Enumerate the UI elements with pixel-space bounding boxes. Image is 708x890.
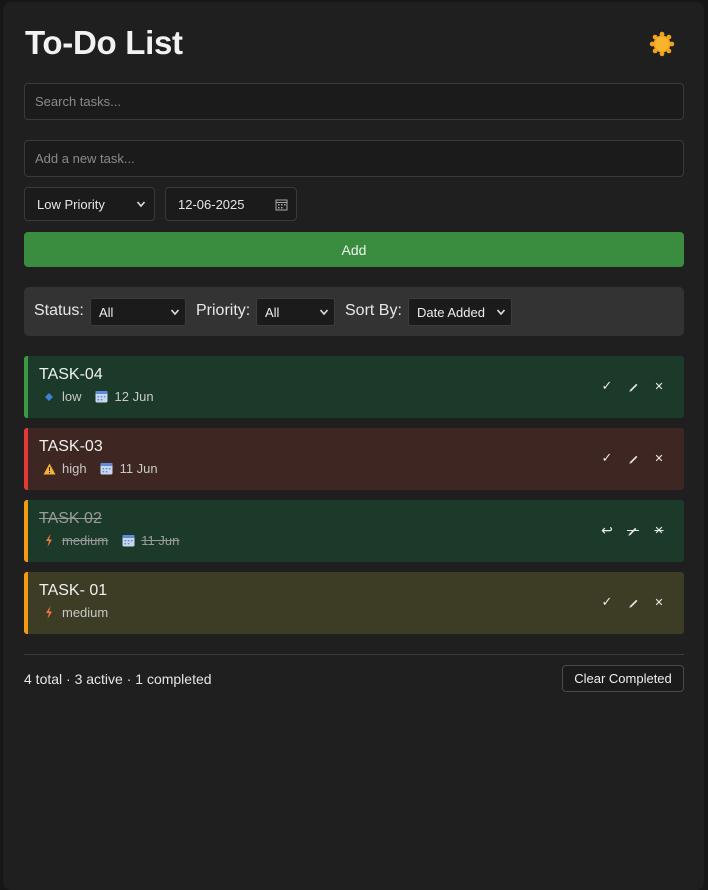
complete-button[interactable]: ✓ bbox=[594, 377, 620, 395]
priority-filter-select[interactable]: All bbox=[256, 298, 335, 326]
task-priority: medium bbox=[62, 605, 109, 620]
warning-icon bbox=[42, 462, 56, 476]
checkmark-icon: ✓ bbox=[601, 378, 613, 393]
undo-button[interactable]: ↩ bbox=[594, 521, 620, 539]
task-name: TASK-03 bbox=[39, 438, 103, 455]
complete-button[interactable]: ✓ bbox=[594, 449, 620, 467]
lightning-icon bbox=[42, 534, 56, 548]
task-actions: ↩ ✕ bbox=[594, 521, 672, 539]
task-priority: low bbox=[62, 389, 82, 404]
close-icon: ✕ bbox=[654, 380, 664, 393]
task-name: TASK- 01 bbox=[39, 582, 108, 599]
task-actions: ✓ ✕ bbox=[594, 449, 672, 467]
task-due-date: 11 Jun bbox=[141, 533, 180, 548]
task-item: TASK-03 high 11 Jun ✓ ✕ bbox=[24, 428, 684, 490]
calendar-icon bbox=[100, 462, 114, 476]
task-priority: medium bbox=[62, 533, 109, 548]
pencil-icon bbox=[627, 527, 639, 536]
task-due-date: 11 Jun bbox=[119, 461, 158, 476]
task-meta: medium 11 Jun bbox=[39, 533, 179, 548]
task-item: TASK 02 medium 11 Jun ↩ ✕ bbox=[24, 500, 684, 562]
edit-button[interactable] bbox=[620, 449, 646, 467]
edit-button[interactable] bbox=[620, 593, 646, 611]
edit-button[interactable] bbox=[620, 377, 646, 395]
task-actions: ✓ ✕ bbox=[594, 377, 672, 395]
task-actions: ✓ ✕ bbox=[594, 593, 672, 611]
pencil-icon bbox=[628, 455, 637, 464]
close-icon: ✕ bbox=[654, 524, 664, 537]
priority-select[interactable]: Low Priority bbox=[24, 187, 155, 221]
status-filter-label: Status: bbox=[34, 302, 84, 319]
chevron-down-icon bbox=[496, 309, 506, 316]
sort-label: Sort By: bbox=[345, 302, 402, 319]
task-item: TASK- 01 medium ✓ ✕ bbox=[24, 572, 684, 634]
new-task-input[interactable] bbox=[24, 140, 684, 177]
task-due-date: 12 Jun bbox=[114, 389, 154, 404]
todo-app: To-Do List Low Priority 12-06-2025 Add bbox=[3, 2, 704, 890]
calendar-icon bbox=[275, 199, 288, 210]
calendar-icon bbox=[121, 534, 135, 548]
chevron-down-icon bbox=[319, 309, 329, 316]
delete-button[interactable]: ✕ bbox=[646, 377, 672, 395]
pencil-icon bbox=[628, 383, 637, 392]
diamond-icon bbox=[42, 390, 56, 404]
status-filter-value: All bbox=[99, 304, 114, 320]
due-date-value: 12-06-2025 bbox=[178, 196, 245, 212]
chevron-down-icon bbox=[170, 309, 180, 316]
close-icon: ✕ bbox=[654, 596, 664, 609]
checkmark-icon: ✓ bbox=[601, 594, 613, 609]
delete-button[interactable]: ✕ bbox=[646, 449, 672, 467]
clear-completed-button[interactable]: Clear Completed bbox=[562, 665, 684, 692]
priority-filter-value: All bbox=[265, 304, 280, 320]
checkmark-icon: ✓ bbox=[601, 450, 613, 465]
delete-button[interactable]: ✕ bbox=[646, 593, 672, 611]
priority-select-value: Low Priority bbox=[37, 196, 105, 212]
filter-bar: Status: All Priority: All Sort By: Date … bbox=[24, 287, 684, 336]
task-name: TASK-04 bbox=[39, 366, 103, 383]
delete-button[interactable]: ✕ bbox=[646, 521, 672, 539]
sort-value: Date Added bbox=[417, 304, 485, 320]
page-title: To-Do List bbox=[25, 24, 183, 61]
divider bbox=[24, 654, 684, 655]
sort-select[interactable]: Date Added bbox=[408, 298, 512, 326]
task-meta: high 11 Jun bbox=[39, 461, 158, 476]
search-input[interactable] bbox=[24, 83, 684, 120]
task-priority: high bbox=[62, 461, 87, 476]
edit-button[interactable] bbox=[620, 521, 646, 539]
task-meta: low 12 Jun bbox=[39, 389, 154, 404]
theme-toggle-button[interactable] bbox=[648, 30, 676, 58]
complete-button[interactable]: ✓ bbox=[594, 593, 620, 611]
calendar-icon bbox=[95, 390, 109, 404]
add-task-button[interactable]: Add bbox=[24, 232, 684, 267]
status-filter-select[interactable]: All bbox=[90, 298, 186, 326]
lightning-icon bbox=[42, 606, 56, 620]
undo-icon: ↩ bbox=[601, 521, 613, 538]
task-meta: medium bbox=[39, 605, 108, 620]
task-name: TASK 02 bbox=[39, 510, 102, 527]
sun-icon bbox=[649, 31, 675, 57]
due-date-input[interactable]: 12-06-2025 bbox=[165, 187, 297, 221]
pencil-icon bbox=[628, 599, 637, 608]
task-summary: 4 total · 3 active · 1 completed bbox=[24, 671, 212, 687]
task-item: TASK-04 low 12 Jun ✓ ✕ bbox=[24, 356, 684, 418]
priority-filter-label: Priority: bbox=[196, 302, 251, 319]
close-icon: ✕ bbox=[654, 452, 664, 465]
chevron-down-icon bbox=[136, 201, 146, 208]
